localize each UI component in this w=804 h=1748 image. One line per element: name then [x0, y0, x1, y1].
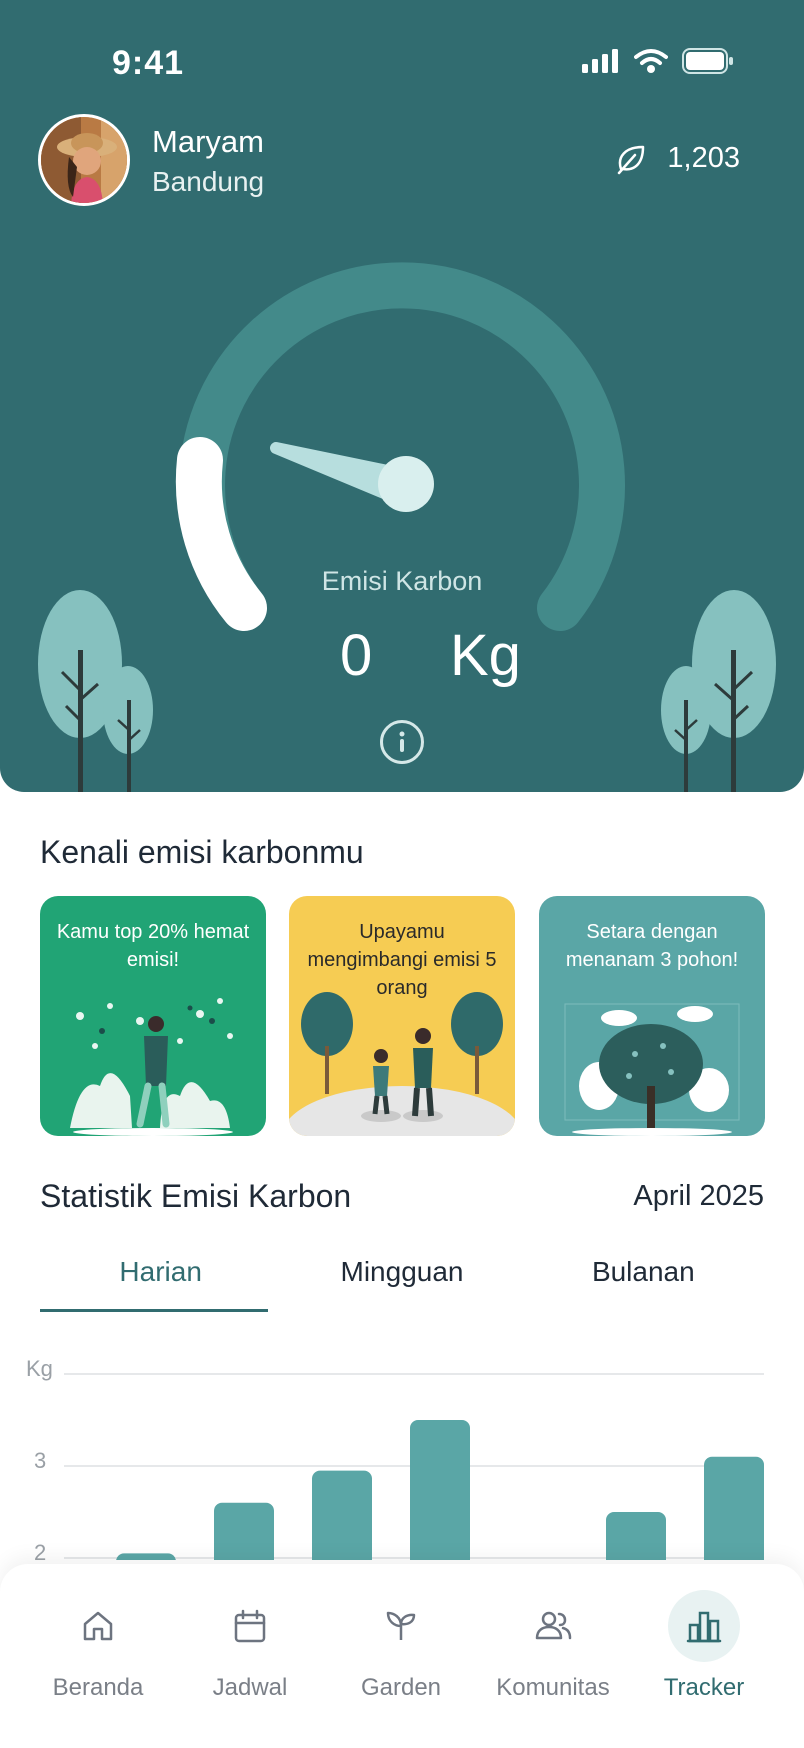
- tab-bulanan[interactable]: Bulanan: [523, 1256, 764, 1312]
- nav-item-beranda[interactable]: Beranda: [28, 1590, 168, 1702]
- gauge-label: Emisi Karbon: [321, 566, 483, 596]
- nav-label: Garden: [360, 1674, 442, 1701]
- nav-item-garden[interactable]: Garden: [331, 1590, 471, 1702]
- tree-right-icon: [661, 590, 776, 792]
- statistics-month-picker[interactable]: April 2025: [633, 1180, 764, 1213]
- tree-left-icon: [38, 590, 153, 792]
- chart-bar[interactable]: [214, 1502, 274, 1560]
- period-tabs: Harian Mingguan Bulanan: [40, 1256, 764, 1312]
- insight-card-offset[interactable]: Upayamu mengimbangi emisi 5 orang: [289, 896, 515, 1136]
- emission-gauge: [38, 262, 776, 792]
- nav-label: Jadwal: [212, 1674, 288, 1701]
- insight-card-trees[interactable]: Setara dengan menanam 3 pohon!: [539, 896, 765, 1136]
- community-icon: [535, 1611, 572, 1640]
- insight-card-top-percent[interactable]: Kamu top 20% hemat emisi!: [40, 896, 266, 1136]
- info-button[interactable]: [380, 720, 424, 764]
- chart-bar[interactable]: [410, 1420, 470, 1560]
- info-icon: [399, 731, 405, 752]
- card-text: Kamu top 20% hemat emisi!: [56, 921, 250, 971]
- chart-bar[interactable]: [116, 1553, 176, 1560]
- active-tab-indicator: [40, 1309, 268, 1312]
- card-text: Setara dengan menanam 3 pohon!: [565, 921, 739, 971]
- y-tick-label: 3: [34, 1448, 46, 1473]
- bottom-navigation: Beranda Jadwal Garden Komunitas Tracker: [0, 1564, 804, 1748]
- nav-item-komunitas[interactable]: Komunitas: [483, 1590, 623, 1702]
- nav-label: Tracker: [663, 1674, 745, 1701]
- chart-bar[interactable]: [312, 1470, 372, 1560]
- sprout-icon: [386, 1611, 416, 1640]
- chart-icon: [686, 1611, 722, 1643]
- y-tick-label: 2: [34, 1540, 46, 1560]
- card-text: Upayamu mengimbangi emisi 5 orang: [307, 921, 497, 999]
- tab-harian[interactable]: Harian: [40, 1256, 281, 1312]
- section-title-know: Kenali emisi karbonmu: [40, 834, 364, 870]
- statistics-title: Statistik Emisi Karbon: [40, 1178, 352, 1214]
- nav-label: Komunitas: [496, 1674, 610, 1701]
- chart-bar[interactable]: [704, 1456, 764, 1560]
- nav-label: Beranda: [52, 1674, 144, 1701]
- emission-bar-chart: Kg 3 2: [26, 1356, 764, 1560]
- calendar-icon: [234, 1609, 266, 1643]
- y-axis-label: Kg: [26, 1356, 53, 1381]
- nav-item-jadwal[interactable]: Jadwal: [180, 1590, 320, 1702]
- gauge-unit: Kg: [450, 623, 521, 688]
- hero-header: 9:41 Maryam Bandung 1,203 Emisi Karbon 0…: [0, 0, 804, 792]
- home-icon: [83, 1611, 113, 1641]
- chart-bar[interactable]: [606, 1512, 666, 1560]
- gauge-value: 0: [340, 623, 373, 688]
- tab-mingguan[interactable]: Mingguan: [281, 1256, 522, 1312]
- nav-item-tracker[interactable]: Tracker: [634, 1590, 774, 1702]
